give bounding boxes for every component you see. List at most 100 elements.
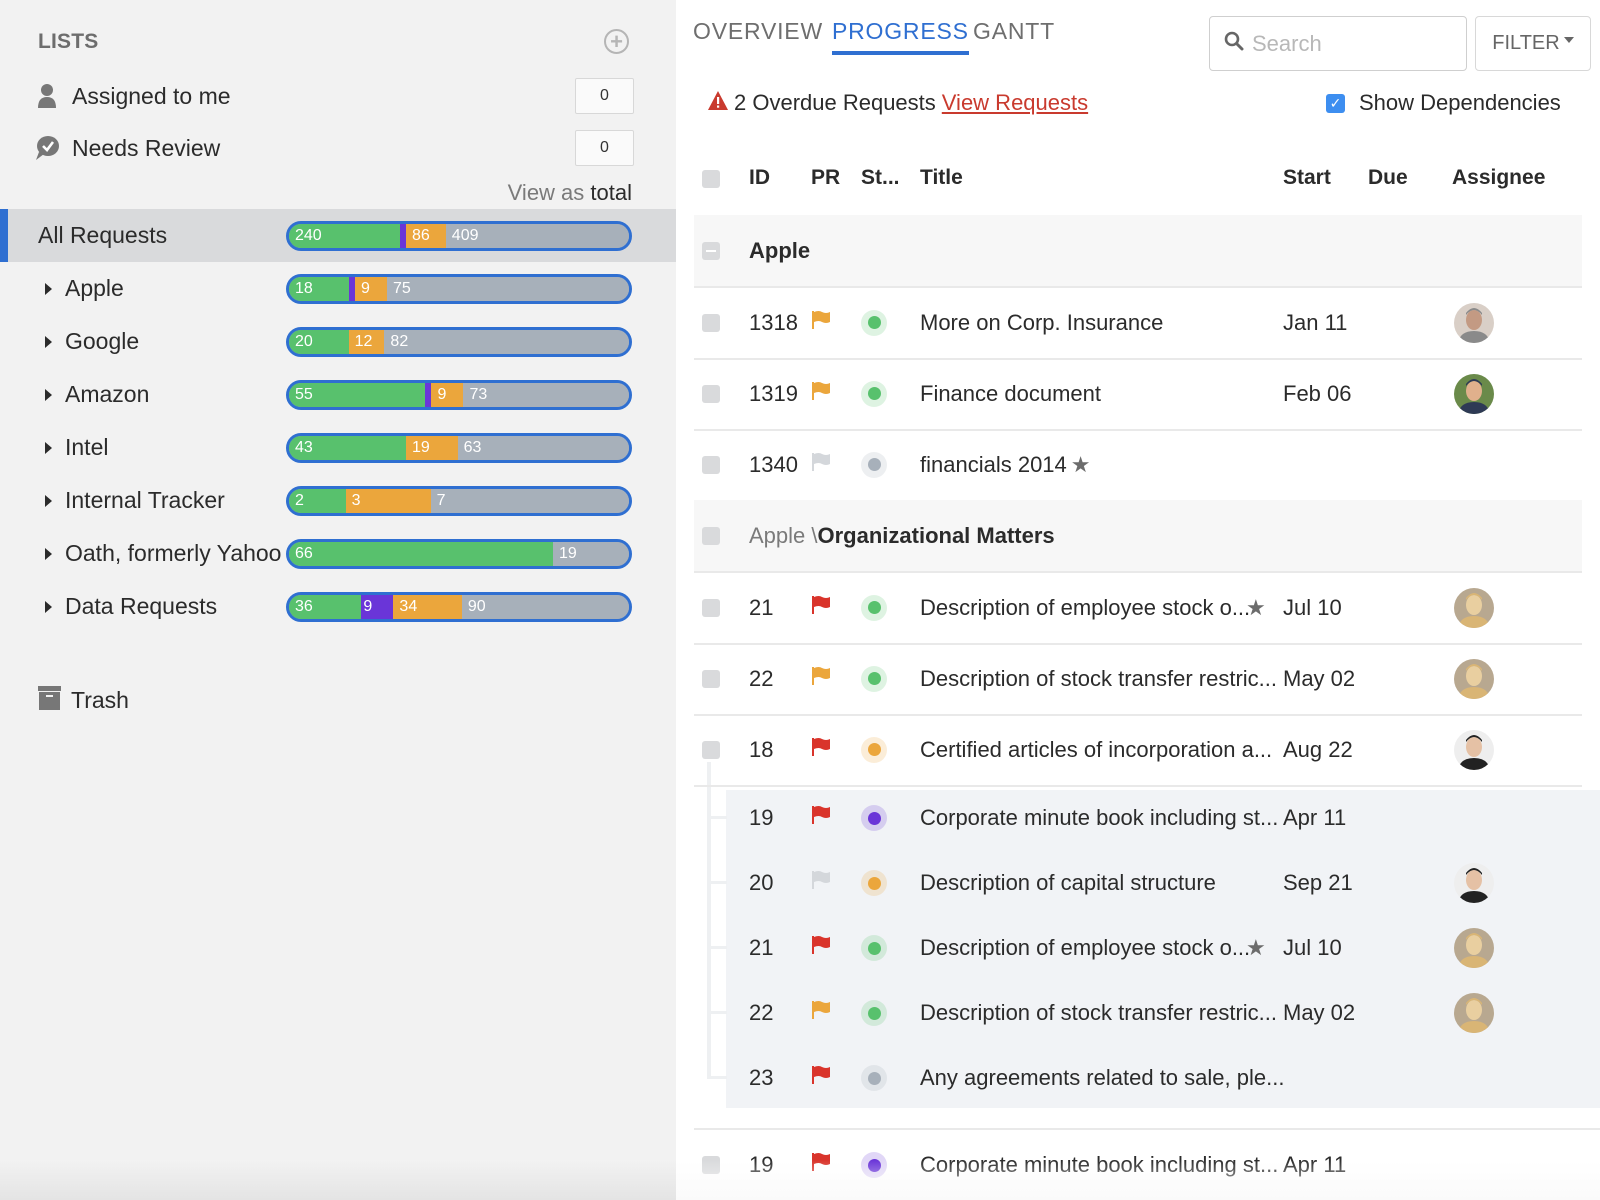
star-icon[interactable]: ★ [1246, 935, 1266, 961]
view-as-toggle[interactable]: View as total [508, 180, 632, 206]
caret-right-icon[interactable] [45, 494, 52, 507]
dependency-row[interactable]: 21 Description of employee stock o... ★ Jul… [694, 915, 1582, 981]
request-title[interactable]: Description of employee stock o... ★ [920, 915, 1266, 981]
list-item[interactable]: Internal Tracker 2 3 7 [0, 474, 676, 527]
avatar[interactable] [1454, 729, 1494, 770]
flag-icon[interactable] [811, 737, 831, 763]
quick-filter-needs-review[interactable]: Needs Review 0 [34, 128, 634, 168]
row-checkbox[interactable] [702, 669, 720, 688]
row-checkbox[interactable] [702, 740, 720, 759]
dependency-row[interactable]: 19 Corporate minute book including st... A… [694, 785, 1582, 851]
list-item[interactable]: Google 20 12 82 [0, 315, 676, 368]
request-title[interactable]: Description of employee stock o... ★ [920, 572, 1266, 643]
dependency-row[interactable]: 20 Description of capital structure Sep 21 [694, 850, 1582, 916]
filter-button[interactable]: FILTER [1475, 16, 1591, 71]
status-indicator[interactable] [861, 1065, 887, 1091]
column-id[interactable]: ID [749, 166, 770, 190]
table-row[interactable]: 1319 Finance document Feb 06 [694, 358, 1582, 431]
table-row[interactable]: 18 Certified articles of incorporation a.… [694, 714, 1582, 787]
list-item[interactable]: Oath, formerly Yahoo 66 19 [0, 527, 676, 580]
request-title[interactable]: Description of stock transfer restric... [920, 980, 1277, 1046]
caret-right-icon[interactable] [45, 600, 52, 613]
list-item[interactable]: Intel 43 19 63 [0, 421, 676, 474]
flag-icon[interactable] [811, 935, 831, 961]
column-title[interactable]: Title [920, 166, 963, 190]
flag-icon[interactable] [811, 381, 831, 407]
table-row[interactable]: 1318 More on Corp. Insurance Jan 11 [694, 287, 1582, 360]
column-priority[interactable]: PR [811, 166, 840, 190]
request-title[interactable]: Finance document [920, 358, 1101, 429]
view-as-value[interactable]: total [590, 180, 632, 205]
group-checkbox[interactable] [702, 526, 720, 545]
column-assignee[interactable]: Assignee [1452, 166, 1545, 190]
flag-icon[interactable] [811, 666, 831, 692]
avatar[interactable] [1454, 928, 1494, 968]
table-row[interactable]: 21 Description of employee stock o... ★ Jul… [694, 572, 1582, 645]
flag-icon[interactable] [811, 595, 831, 621]
list-item[interactable]: Amazon 55 9 73 [0, 368, 676, 421]
avatar[interactable] [1454, 302, 1494, 343]
dependency-row[interactable]: 23 Any agreements related to sale, ple... [694, 1045, 1582, 1111]
avatar[interactable] [1454, 658, 1494, 699]
caret-right-icon[interactable] [45, 282, 52, 295]
search-input[interactable] [1252, 30, 1452, 57]
flag-icon[interactable] [811, 452, 831, 478]
flag-icon[interactable] [811, 1065, 831, 1091]
table-row[interactable]: 1340 financials 2014 ★ [694, 429, 1582, 502]
request-title[interactable]: Description of stock transfer restric... [920, 643, 1277, 714]
list-item[interactable]: Apple 18 9 75 [0, 262, 676, 315]
request-title[interactable]: More on Corp. Insurance [920, 287, 1163, 358]
request-title[interactable]: Certified articles of incorporation a... [920, 714, 1272, 785]
flag-icon[interactable] [811, 310, 831, 336]
request-title[interactable]: Description of capital structure [920, 850, 1216, 916]
star-icon[interactable]: ★ [1071, 452, 1091, 478]
status-indicator[interactable] [861, 309, 887, 336]
star-icon[interactable]: ★ [1246, 595, 1266, 621]
tab-overview[interactable]: OVERVIEW [693, 18, 823, 45]
caret-right-icon[interactable] [45, 547, 52, 560]
status-indicator[interactable] [861, 870, 887, 896]
list-item[interactable]: All Requests 240 86 409 [0, 209, 676, 262]
avatar[interactable] [1454, 993, 1494, 1033]
table-row[interactable]: 22 Description of stock transfer restric.… [694, 643, 1582, 716]
add-list-button[interactable]: + [604, 29, 629, 54]
row-checkbox[interactable] [702, 313, 720, 332]
status-indicator[interactable] [861, 736, 887, 763]
avatar[interactable] [1454, 587, 1494, 628]
search-box[interactable] [1209, 16, 1467, 71]
status-indicator[interactable] [861, 935, 887, 961]
status-indicator[interactable] [861, 1000, 887, 1026]
request-title[interactable]: Corporate minute book including st... [920, 785, 1278, 851]
flag-icon[interactable] [811, 1000, 831, 1026]
status-indicator[interactable] [861, 451, 887, 478]
trash-item[interactable]: Trash [38, 686, 129, 715]
tab-gantt[interactable]: GANTT [973, 18, 1055, 45]
dependency-row[interactable]: 22 Description of stock transfer restric.… [694, 980, 1582, 1046]
caret-right-icon[interactable] [45, 335, 52, 348]
list-item[interactable]: Data Requests 36 9 34 90 [0, 580, 676, 633]
caret-right-icon[interactable] [45, 388, 52, 401]
group-row[interactable]: Apple [694, 215, 1582, 288]
view-requests-link[interactable]: View Requests [942, 90, 1088, 116]
row-checkbox[interactable] [702, 455, 720, 474]
tab-progress[interactable]: PROGRESS [832, 18, 969, 55]
status-indicator[interactable] [861, 380, 887, 407]
caret-right-icon[interactable] [45, 441, 52, 454]
row-checkbox[interactable] [702, 384, 720, 403]
request-title[interactable]: financials 2014 ★ [920, 429, 1091, 500]
column-status[interactable]: St... [861, 166, 900, 190]
avatar[interactable] [1454, 863, 1494, 903]
avatar[interactable] [1454, 373, 1494, 414]
group-row[interactable]: Apple \ Organizational Matters [694, 500, 1582, 573]
request-title[interactable]: Any agreements related to sale, ple... [920, 1045, 1284, 1111]
quick-filter-assigned-to-me[interactable]: Assigned to me 0 [34, 76, 634, 116]
status-indicator[interactable] [861, 805, 887, 831]
group-checkbox[interactable] [702, 241, 720, 260]
select-all-checkbox[interactable] [702, 170, 720, 188]
status-indicator[interactable] [861, 594, 887, 621]
column-due[interactable]: Due [1368, 166, 1408, 190]
checkbox-checked-icon[interactable]: ✓ [1326, 93, 1345, 113]
show-dependencies-toggle[interactable]: ✓ Show Dependencies [1326, 90, 1561, 116]
flag-icon[interactable] [811, 870, 831, 896]
row-checkbox[interactable] [702, 598, 720, 617]
